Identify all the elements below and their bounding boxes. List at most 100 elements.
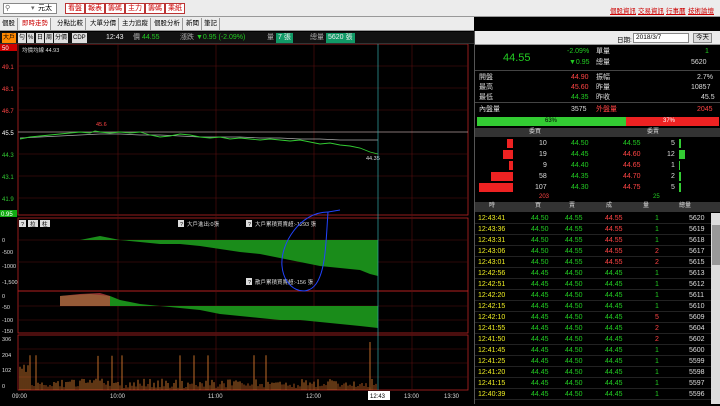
date-picker[interactable]: 2018/3/7 — [633, 33, 689, 43]
tick-trade: 44.55 — [605, 237, 623, 244]
tab-main-force[interactable]: 主力追蹤 — [120, 18, 151, 30]
single-vol-label: 單量 — [596, 48, 610, 55]
tab-big-order[interactable]: 大單分價 — [88, 18, 119, 30]
toolbar-button-6[interactable]: 乘紙 — [165, 3, 185, 14]
tick-scrollbar[interactable] — [711, 213, 720, 404]
link-trade-info[interactable]: 交易資訊 — [638, 5, 664, 15]
tab-realtime[interactable]: 即時走勢 — [20, 18, 51, 30]
btn-big-holder[interactable]: 大戶 — [2, 33, 17, 43]
help-icon[interactable]: ? — [248, 280, 251, 286]
tick-qty: 1 — [655, 226, 659, 233]
toolbar-button-2[interactable]: 報表 — [85, 3, 105, 14]
col-trade: 成 — [606, 203, 613, 209]
ask-header: 委賣 — [647, 129, 660, 135]
toolbar-button-1[interactable]: 看盤 — [65, 3, 85, 14]
time-grid — [117, 44, 413, 390]
tick-bid: 44.45 — [531, 314, 549, 321]
cursor-time: 12:43 — [370, 394, 386, 400]
tick-total: 5617 — [689, 248, 705, 255]
tick-total: 5615 — [689, 259, 705, 266]
top-toolbar: ⚲ ▾ 元太 看盤 報表 籌碼 主力 籌碼 乘紙 個股資訊 交易資訊 行事曆 技… — [0, 0, 720, 17]
chevron-down-icon[interactable]: ▾ — [31, 4, 35, 13]
tick-qty: 1 — [655, 215, 659, 222]
axis-tick: -1000 — [2, 264, 16, 270]
ask-qty: 2 — [671, 173, 675, 180]
tab-branch-compare[interactable]: 分點比較 — [55, 18, 86, 30]
bid-depth-bar — [479, 183, 513, 192]
tick-trade: 44.45 — [605, 336, 623, 343]
tick-row[interactable]: 12:41:55 44.45 44.50 44.45 2 5604 — [475, 323, 711, 334]
ask-depth-bar — [679, 172, 681, 181]
high-marker: 45.6 — [96, 122, 107, 128]
tick-row[interactable]: 12:43:06 44.50 44.55 44.55 2 5617 — [475, 246, 711, 257]
intraday-chart[interactable]: 45.6 44.35 均價均線 44.93 50 49.1 48.1 46.7 … — [0, 43, 474, 404]
bar-button[interactable]: 柱 — [42, 220, 48, 228]
tab-news[interactable]: 新聞 — [184, 18, 202, 30]
tick-ask: 44.55 — [565, 215, 583, 222]
tick-row[interactable]: 12:43:41 44.50 44.55 44.55 1 5620 — [475, 213, 711, 224]
tick-row[interactable]: 12:42:20 44.45 44.50 44.45 1 5611 — [475, 290, 711, 301]
inner-value: 3575 — [571, 106, 587, 113]
stat-label: 最高 — [479, 84, 493, 91]
tick-row[interactable]: 12:43:31 44.50 44.55 44.55 1 5618 — [475, 235, 711, 246]
tick-row[interactable]: 12:42:56 44.45 44.50 44.45 1 5613 — [475, 268, 711, 279]
tick-row[interactable]: 12:41:50 44.45 44.50 44.45 2 5602 — [475, 334, 711, 345]
tick-header: 時 買 賣 成 量 總量 — [475, 202, 720, 212]
inout-row: 內盤量 3575 外盤量 2045 — [475, 104, 720, 115]
tick-row[interactable]: 12:41:15 44.45 44.50 44.45 1 5597 — [475, 378, 711, 389]
axis-tick: -50 — [2, 305, 10, 311]
tick-row[interactable]: 12:42:51 44.45 44.50 44.45 1 5612 — [475, 279, 711, 290]
toolbar-button-4[interactable]: 主力 — [125, 3, 145, 14]
today-button[interactable]: 今天 — [693, 33, 712, 43]
tick-total: 5620 — [689, 215, 705, 222]
btn-week[interactable]: 周 — [45, 33, 54, 43]
link-stock-info[interactable]: 個股資訊 — [610, 5, 636, 15]
tick-list[interactable]: 12:43:41 44.50 44.55 44.55 1 5620 12:43:36 44.5… — [475, 213, 711, 404]
tab-analysis[interactable]: 個股分析 — [152, 18, 183, 30]
bid-depth-bar — [509, 161, 513, 170]
date-bar: 日期: 2018/3/7 今天 — [475, 31, 720, 45]
tick-row[interactable]: 12:41:25 44.45 44.50 44.45 1 5599 — [475, 356, 711, 367]
axis-tick: -100 — [2, 318, 13, 324]
tick-time: 12:41:15 — [478, 380, 506, 387]
tick-time: 12:43:36 — [478, 226, 506, 233]
search-icon[interactable]: ⚲ — [5, 4, 10, 13]
symbol-input[interactable]: ⚲ ▾ 元太 — [3, 3, 57, 14]
axis-tick: 46.7 — [2, 109, 14, 115]
tick-trade: 44.55 — [605, 226, 623, 233]
tick-row[interactable]: 12:43:36 44.50 44.55 44.55 1 5619 — [475, 224, 711, 235]
link-forum[interactable]: 技術論壇 — [688, 5, 714, 15]
btn-pct[interactable]: % — [27, 33, 35, 43]
btn-cdp[interactable]: CDP — [72, 33, 87, 43]
help-button[interactable]: ? — [21, 222, 24, 228]
book-total: 203 25 — [475, 194, 720, 202]
tick-row[interactable]: 12:40:39 44.45 44.50 44.45 1 5596 — [475, 389, 711, 400]
book-row: 58 44.35 44.70 2 — [475, 171, 720, 182]
tab-stock[interactable]: 個股 — [0, 18, 18, 30]
toolbar-button-5[interactable]: 籌碼 — [145, 3, 165, 14]
drag-button[interactable]: 拉 — [30, 220, 36, 228]
tick-row[interactable]: 12:42:15 44.45 44.50 44.45 1 5610 — [475, 301, 711, 312]
help-icon[interactable]: ? — [248, 222, 251, 228]
axis-tick: 0 — [2, 294, 5, 300]
help-icon[interactable]: ? — [180, 222, 183, 228]
tick-row[interactable]: 12:42:10 44.45 44.50 44.45 5 5609 — [475, 312, 711, 323]
link-calendar[interactable]: 行事曆 — [666, 5, 686, 15]
tick-row[interactable]: 12:43:01 44.50 44.55 44.55 2 5615 — [475, 257, 711, 268]
axis-tick: 49.1 — [2, 65, 14, 71]
tick-qty: 5 — [655, 314, 659, 321]
toolbar-button-3[interactable]: 籌碼 — [105, 3, 125, 14]
bid-price: 44.50 — [571, 140, 589, 147]
btn-price-dist[interactable]: 分價 — [54, 33, 69, 43]
axis-tick: -500 — [2, 250, 13, 256]
tab-notes[interactable]: 筆記 — [202, 18, 220, 30]
btn-day[interactable]: 日 — [36, 33, 45, 43]
btn-avg[interactable]: 勻 — [18, 33, 27, 43]
tick-row[interactable]: 12:41:45 44.45 44.50 44.45 1 5600 — [475, 345, 711, 356]
axis-tick: 48.1 — [2, 87, 14, 93]
tick-row[interactable]: 12:41:20 44.45 44.50 44.45 1 5598 — [475, 367, 711, 378]
time-axis: 09:00 10:00 11:00 12:00 12:43 13:00 13:3… — [12, 391, 460, 400]
avg-legend: 均價均線 44.93 — [22, 46, 59, 54]
inner-label: 內盤量 — [479, 106, 500, 113]
tick-bid: 44.50 — [531, 226, 549, 233]
